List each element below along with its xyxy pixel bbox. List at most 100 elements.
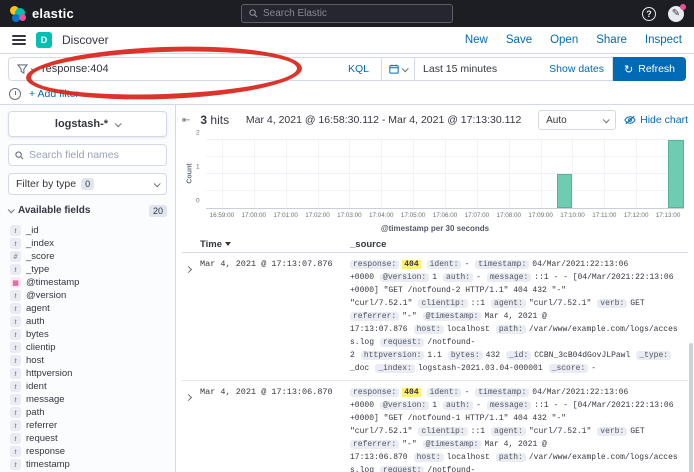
source-field-chip[interactable]: referrer: <box>350 440 399 449</box>
field-search-input[interactable] <box>29 149 160 161</box>
filter-menu-icon[interactable] <box>17 64 36 74</box>
field-item-request[interactable]: trequest <box>8 432 167 445</box>
source-field-chip[interactable]: timestamp: <box>475 260 529 269</box>
nav-action-save[interactable]: Save <box>506 34 532 46</box>
field-item-type[interactable]: t_type <box>8 263 167 276</box>
time-column-header[interactable]: Time <box>200 239 350 250</box>
field-item-bytes[interactable]: tbytes <box>8 328 167 341</box>
scrollbar[interactable] <box>689 343 693 472</box>
field-name: httpversion <box>26 368 72 379</box>
collapse-sidebar-icon[interactable]: ⇤ <box>182 115 190 126</box>
source-value: - <box>476 273 481 282</box>
source-field-chip[interactable]: verb: <box>597 427 627 436</box>
field-item-id[interactable]: t_id <box>8 224 167 237</box>
field-item-agent[interactable]: tagent <box>8 302 167 315</box>
source-field-chip[interactable]: response: <box>350 388 399 397</box>
calendar-menu-button[interactable] <box>382 58 415 80</box>
source-field-chip[interactable]: @version: <box>380 273 429 282</box>
discover-app-icon[interactable]: D <box>36 32 52 48</box>
field-item-timestamp[interactable]: ▦@timestamp <box>8 276 167 289</box>
doc-source-cell: response:404ident:-timestamp:04/Mar/2021… <box>350 258 688 375</box>
source-field-chip[interactable]: verb: <box>597 299 627 308</box>
source-field-chip[interactable]: agent: <box>491 299 526 308</box>
nav-action-open[interactable]: Open <box>550 34 578 46</box>
field-item-clientip[interactable]: tclientip <box>8 341 167 354</box>
nav-action-inspect[interactable]: Inspect <box>645 34 682 46</box>
field-item-response[interactable]: tresponse <box>8 445 167 458</box>
show-dates-button[interactable]: Show dates <box>541 63 612 75</box>
filter-by-type[interactable]: Filter by type 0 <box>8 173 167 195</box>
field-item-timestamp[interactable]: ttimestamp <box>8 458 167 471</box>
user-avatar[interactable]: ✎ <box>668 6 684 22</box>
menu-icon[interactable] <box>12 35 26 45</box>
source-field-chip[interactable]: httpversion: <box>361 351 425 360</box>
expand-row-button[interactable] <box>182 386 200 472</box>
saved-query-icon[interactable] <box>9 88 21 100</box>
refresh-button[interactable]: ↻ Refresh <box>613 57 686 81</box>
chevron-down-icon <box>31 65 38 72</box>
source-field-chip[interactable]: _index: <box>375 364 415 373</box>
field-name: message <box>26 394 65 405</box>
field-item-score[interactable]: #_score <box>8 250 167 263</box>
query-language-button[interactable]: KQL <box>344 63 373 75</box>
field-item-ident[interactable]: tident <box>8 380 167 393</box>
source-field-chip[interactable]: path: <box>496 325 526 334</box>
source-field-chip[interactable]: _id: <box>506 351 531 360</box>
field-item-path[interactable]: tpath <box>8 406 167 419</box>
help-icon[interactable]: ? <box>642 7 656 21</box>
source-field-chip[interactable]: bytes: <box>448 351 483 360</box>
source-field-chip[interactable]: request: <box>380 338 424 347</box>
index-pattern-selector[interactable]: logstash-* <box>8 111 167 137</box>
source-field-chip[interactable]: message: <box>487 273 531 282</box>
histogram-bar[interactable] <box>557 174 573 208</box>
source-field-chip[interactable]: ident: <box>427 260 462 269</box>
source-value: CCBN_3cB04dGovJLPawl <box>534 351 630 360</box>
source-field-chip[interactable]: _type: <box>636 351 671 360</box>
field-item-host[interactable]: thost <box>8 354 167 367</box>
field-item-httpversion[interactable]: thttpversion <box>8 367 167 380</box>
gridline <box>381 140 382 208</box>
histogram-bar[interactable] <box>668 140 684 208</box>
source-field-chip[interactable]: @timestamp: <box>423 440 482 449</box>
source-field-chip[interactable]: path: <box>496 453 526 462</box>
hide-chart-button[interactable]: Hide chart <box>624 114 688 126</box>
source-field-chip[interactable]: @version: <box>380 401 429 410</box>
source-field-chip[interactable]: _score: <box>549 364 589 373</box>
chart-plot-area[interactable]: 012 <box>206 140 684 209</box>
source-field-chip[interactable]: clientip: <box>418 427 467 436</box>
query-input[interactable]: response:404 KQL <box>8 57 381 81</box>
gridline <box>413 140 414 208</box>
source-field-chip[interactable]: clientip: <box>418 299 467 308</box>
source-field-chip[interactable]: agent: <box>491 427 526 436</box>
elastic-logo-icon <box>10 6 26 22</box>
source-field-chip[interactable]: referrer: <box>350 312 399 321</box>
nav-action-share[interactable]: Share <box>596 34 627 46</box>
expand-row-button[interactable] <box>182 258 200 375</box>
elastic-logo[interactable]: elastic <box>10 6 74 22</box>
field-search[interactable] <box>8 144 167 166</box>
source-value: GET <box>630 427 644 436</box>
nav-action-new[interactable]: New <box>465 34 488 46</box>
time-range-value[interactable]: Last 15 minutes <box>415 63 541 75</box>
source-field-chip[interactable]: auth: <box>443 401 473 410</box>
query-text[interactable]: response:404 <box>42 63 338 75</box>
available-fields-header[interactable]: Available fields 20 <box>8 203 167 218</box>
field-item-referrer[interactable]: treferrer <box>8 419 167 432</box>
source-field-chip[interactable]: host: <box>414 453 444 462</box>
source-field-chip[interactable]: auth: <box>443 273 473 282</box>
field-item-index[interactable]: t_index <box>8 237 167 250</box>
source-field-chip[interactable]: timestamp: <box>475 388 529 397</box>
field-item-auth[interactable]: tauth <box>8 315 167 328</box>
interval-select[interactable]: Auto <box>538 110 616 130</box>
source-field-chip[interactable]: ident: <box>427 388 462 397</box>
source-field-chip[interactable]: response: <box>350 260 399 269</box>
source-field-chip[interactable]: request: <box>380 466 424 472</box>
field-item-message[interactable]: tmessage <box>8 393 167 406</box>
source-field-chip[interactable]: message: <box>487 401 531 410</box>
sort-desc-icon <box>225 242 231 246</box>
source-field-chip[interactable]: host: <box>414 325 444 334</box>
add-filter-button[interactable]: + Add filter <box>29 88 79 100</box>
field-item-version[interactable]: t@version <box>8 289 167 302</box>
global-search-input[interactable]: Search Elastic <box>241 4 453 23</box>
source-field-chip[interactable]: @timestamp: <box>423 312 482 321</box>
